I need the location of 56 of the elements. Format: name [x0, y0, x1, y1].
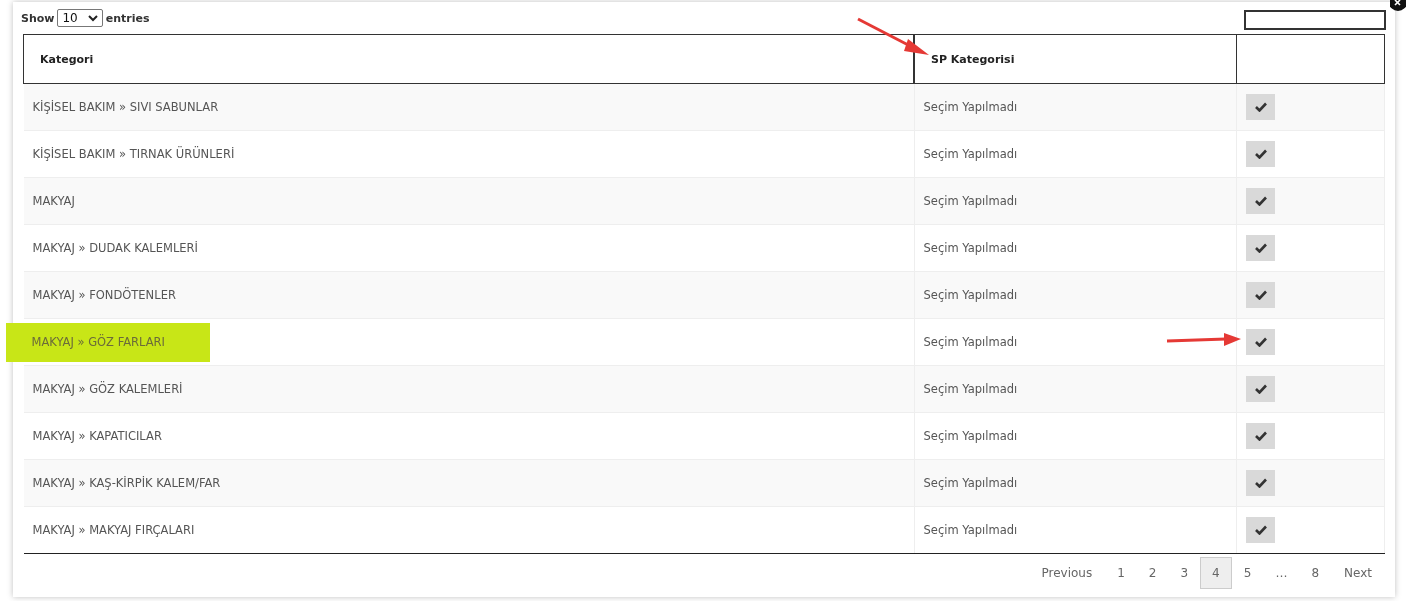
checkmark-icon	[1254, 525, 1267, 535]
category-cell-text: KİŞİSEL BAKIM » SIVI SABUNLAR	[31, 98, 220, 116]
confirm-button[interactable]	[1246, 282, 1275, 308]
search-field[interactable]	[1244, 10, 1386, 30]
pagination-button[interactable]: 3	[1168, 557, 1201, 589]
sp-category-cell: Seçim Yapılmadı	[923, 288, 1018, 302]
pagination-button[interactable]: 5	[1231, 557, 1264, 589]
category-cell-text: MAKYAJ » GÖZ KALEMLERİ	[31, 380, 184, 398]
sp-category-cell: Seçim Yapılmadı	[923, 429, 1018, 443]
pagination-ellipsis: …	[1274, 565, 1289, 582]
show-label: Show	[21, 11, 55, 25]
checkmark-icon	[1254, 337, 1267, 347]
confirm-button[interactable]	[1246, 470, 1275, 496]
category-cell-text: MAKYAJ » FONDÖTENLER	[31, 286, 177, 304]
sp-category-cell: Seçim Yapılmadı	[923, 335, 1018, 349]
confirm-button[interactable]	[1246, 94, 1275, 120]
pagination-button[interactable]: Previous	[1028, 557, 1106, 589]
pagination-button[interactable]: 8	[1299, 557, 1332, 589]
category-cell-text: KİŞİSEL BAKIM » TIRNAK ÜRÜNLERİ	[31, 145, 236, 163]
checkmark-icon	[1254, 196, 1267, 206]
checkmark-icon	[1254, 478, 1267, 488]
checkmark-icon	[1254, 149, 1267, 159]
category-cell-text: MAKYAJ » MAKYAJ FIRÇALARI	[31, 521, 196, 539]
confirm-button[interactable]	[1246, 141, 1275, 167]
sp-category-cell: Seçim Yapılmadı	[923, 100, 1018, 114]
entries-select[interactable]: 10	[57, 9, 103, 27]
checkmark-icon	[1254, 384, 1267, 394]
sp-category-cell: Seçim Yapılmadı	[923, 194, 1018, 208]
category-cell-text: MAKYAJ	[31, 192, 76, 210]
close-icon[interactable]	[1390, 0, 1406, 12]
checkmark-icon	[1254, 290, 1267, 300]
sp-category-cell: Seçim Yapılmadı	[923, 241, 1018, 255]
sp-category-cell: Seçim Yapılmadı	[923, 382, 1018, 396]
category-cell: MAKYAJ » GÖZ FARLARI	[5, 322, 210, 362]
confirm-button[interactable]	[1246, 376, 1275, 402]
checkmark-icon	[1254, 431, 1267, 441]
sp-category-cell: Seçim Yapılmadı	[923, 523, 1018, 537]
pagination-button[interactable]: Next	[1331, 557, 1385, 589]
confirm-button[interactable]	[1246, 517, 1275, 543]
confirm-button[interactable]	[1246, 329, 1275, 355]
pagination-button[interactable]: 4	[1200, 557, 1232, 589]
confirm-button[interactable]	[1246, 235, 1275, 261]
checkmark-icon	[1254, 102, 1267, 112]
category-cell-text: MAKYAJ » DUDAK KALEMLERİ	[31, 239, 199, 257]
sp-category-cell: Seçim Yapılmadı	[923, 147, 1018, 161]
sp-category-cell: Seçim Yapılmadı	[923, 476, 1018, 490]
confirm-button[interactable]	[1246, 188, 1275, 214]
category-cell-text: MAKYAJ » KAŞ-KİRPİK KALEM/FAR	[31, 474, 222, 492]
entries-label: entries	[105, 11, 150, 25]
confirm-button[interactable]	[1246, 423, 1275, 449]
category-cell-text: MAKYAJ » KAPATICILAR	[31, 427, 163, 445]
chevron-down-icon	[87, 14, 98, 22]
checkmark-icon	[1254, 243, 1267, 253]
pagination-button[interactable]: 2	[1136, 557, 1169, 589]
pagination-button[interactable]: 1	[1105, 557, 1137, 589]
column-header[interactable]: Kategori	[23, 34, 914, 84]
